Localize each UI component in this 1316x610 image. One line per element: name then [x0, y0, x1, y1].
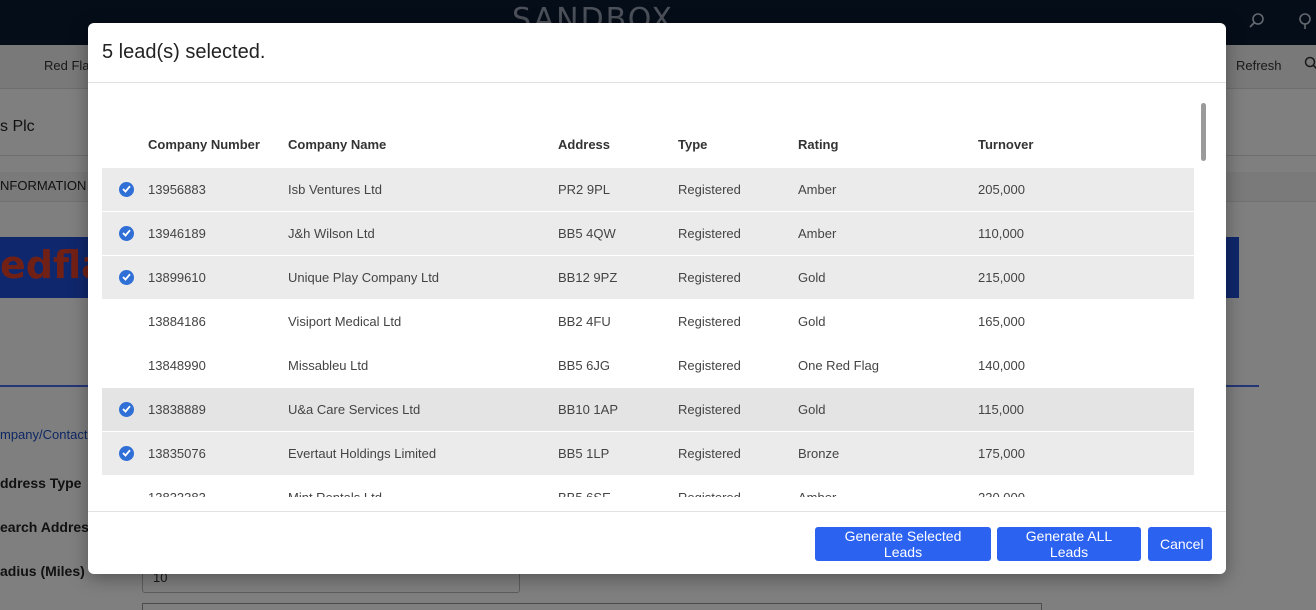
- table-header-row: Company Number Company Name Address Type…: [102, 105, 1194, 167]
- cell-rating: Amber: [798, 474, 978, 497]
- cell-number: 13884186: [148, 298, 288, 343]
- cell-address: BB5 1LP: [558, 430, 678, 475]
- header-turnover[interactable]: Turnover: [978, 105, 1194, 167]
- table-row[interactable]: 13838889 U&a Care Services Ltd BB10 1AP Reg…: [102, 386, 1194, 431]
- cell-type: Registered: [678, 166, 798, 211]
- cell-rating: Gold: [798, 386, 978, 431]
- cell-turnover: 215,000: [978, 254, 1194, 299]
- leads-table-container[interactable]: Company Number Company Name Address Type…: [102, 105, 1194, 497]
- cell-type: Registered: [678, 474, 798, 497]
- row-select-cell[interactable]: [102, 386, 148, 431]
- header-rating[interactable]: Rating: [798, 105, 978, 167]
- checkbox-checked-icon[interactable]: [119, 225, 134, 241]
- cancel-button[interactable]: Cancel: [1148, 527, 1212, 561]
- table-row[interactable]: 13848990 Missableu Ltd BB5 6JG Registered On…: [102, 342, 1194, 387]
- cell-type: Registered: [678, 210, 798, 255]
- row-select-cell[interactable]: [102, 430, 148, 475]
- cell-turnover: 110,000: [978, 210, 1194, 255]
- row-select-cell[interactable]: [102, 210, 148, 255]
- cell-turnover: 140,000: [978, 342, 1194, 387]
- cell-number: 13838889: [148, 386, 288, 431]
- cell-name: Unique Play Company Ltd: [288, 254, 558, 299]
- row-select-cell[interactable]: [102, 254, 148, 299]
- cell-turnover: 230,000: [978, 474, 1194, 497]
- cell-rating: Amber: [798, 166, 978, 211]
- checkbox-checked-icon[interactable]: [119, 445, 134, 461]
- cell-name: Missableu Ltd: [288, 342, 558, 387]
- row-select-cell[interactable]: [102, 474, 148, 498]
- cell-number: 13835076: [148, 430, 288, 475]
- cell-address: BB5 6JG: [558, 342, 678, 387]
- cell-address: BB2 4FU: [558, 298, 678, 343]
- row-select-cell[interactable]: [102, 342, 148, 387]
- generate-all-leads-button[interactable]: Generate ALL Leads: [997, 527, 1141, 561]
- cell-address: BB5 6SE: [558, 474, 678, 497]
- modal-footer: Generate Selected Leads Generate ALL Lea…: [88, 511, 1226, 574]
- cell-name: Isb Ventures Ltd: [288, 166, 558, 211]
- cell-type: Registered: [678, 386, 798, 431]
- cell-rating: Gold: [798, 298, 978, 343]
- generate-selected-leads-button[interactable]: Generate Selected Leads: [815, 527, 991, 561]
- leads-modal: 5 lead(s) selected. Company Number Compa…: [88, 23, 1226, 574]
- cell-address: BB10 1AP: [558, 386, 678, 431]
- table-row[interactable]: 13956883 Isb Ventures Ltd PR2 9PL Registere…: [102, 166, 1194, 211]
- checkbox-unchecked[interactable]: [119, 314, 134, 329]
- table-row[interactable]: 13835076 Evertaut Holdings Limited BB5 1LP…: [102, 430, 1194, 475]
- table-row[interactable]: 13899610 Unique Play Company Ltd BB12 9PZ R…: [102, 254, 1194, 299]
- cell-number: 13833383: [148, 474, 288, 497]
- checkbox-checked-icon[interactable]: [119, 269, 134, 285]
- leads-table: Company Number Company Name Address Type…: [102, 105, 1194, 497]
- cell-number: 13956883: [148, 166, 288, 211]
- cell-name: Mint Rentals Ltd: [288, 474, 558, 497]
- cell-number: 13848990: [148, 342, 288, 387]
- cell-name: Visiport Medical Ltd: [288, 298, 558, 343]
- cell-address: BB12 9PZ: [558, 254, 678, 299]
- row-select-cell[interactable]: [102, 298, 148, 343]
- cell-address: BB5 4QW: [558, 210, 678, 255]
- cell-rating: Bronze: [798, 430, 978, 475]
- scrollbar[interactable]: [1201, 103, 1206, 161]
- checkbox-checked-icon[interactable]: [119, 401, 134, 417]
- cell-name: Evertaut Holdings Limited: [288, 430, 558, 475]
- header-company-name[interactable]: Company Name: [288, 105, 558, 167]
- modal-body[interactable]: Company Number Company Name Address Type…: [88, 83, 1226, 511]
- table-row[interactable]: 13833383 Mint Rentals Ltd BB5 6SE Registere…: [102, 474, 1194, 498]
- cell-type: Registered: [678, 254, 798, 299]
- cell-rating: Amber: [798, 210, 978, 255]
- table-row[interactable]: 13884186 Visiport Medical Ltd BB2 4FU Regis…: [102, 298, 1194, 343]
- cell-rating: One Red Flag: [798, 342, 978, 387]
- checkbox-unchecked[interactable]: [119, 358, 134, 373]
- cell-turnover: 165,000: [978, 298, 1194, 343]
- cell-type: Registered: [678, 298, 798, 343]
- cell-name: J&h Wilson Ltd: [288, 210, 558, 255]
- cell-number: 13946189: [148, 210, 288, 255]
- cell-name: U&a Care Services Ltd: [288, 386, 558, 431]
- header-select: [102, 105, 148, 167]
- cell-number: 13899610: [148, 254, 288, 299]
- cell-rating: Gold: [798, 254, 978, 299]
- header-company-number[interactable]: Company Number: [148, 105, 288, 167]
- header-type[interactable]: Type: [678, 105, 798, 167]
- cell-turnover: 205,000: [978, 166, 1194, 211]
- cell-type: Registered: [678, 430, 798, 475]
- checkbox-unchecked[interactable]: [119, 490, 134, 498]
- cell-turnover: 175,000: [978, 430, 1194, 475]
- header-address[interactable]: Address: [558, 105, 678, 167]
- cell-type: Registered: [678, 342, 798, 387]
- modal-title: 5 lead(s) selected.: [102, 41, 266, 63]
- checkbox-checked-icon[interactable]: [119, 181, 134, 197]
- cell-address: PR2 9PL: [558, 166, 678, 211]
- modal-header: 5 lead(s) selected.: [88, 23, 1226, 83]
- row-select-cell[interactable]: [102, 166, 148, 211]
- cell-turnover: 115,000: [978, 386, 1194, 431]
- table-row[interactable]: 13946189 J&h Wilson Ltd BB5 4QW Registered A…: [102, 210, 1194, 255]
